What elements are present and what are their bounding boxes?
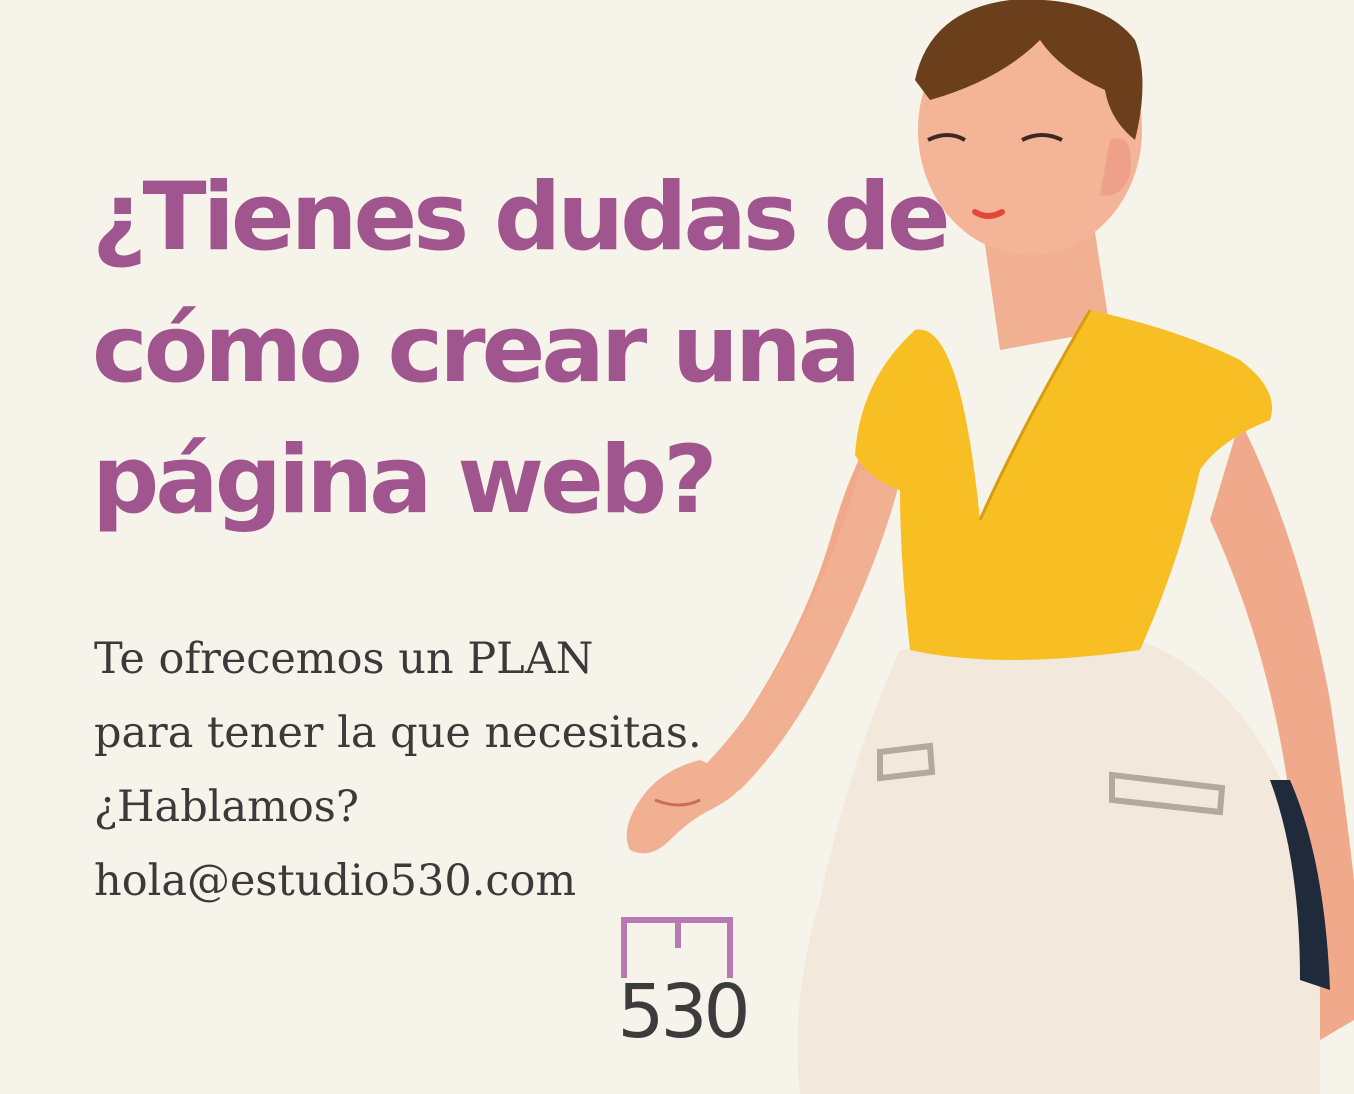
body-line-1: Te ofrecemos un PLAN [94,634,594,684]
headline-line-1: ¿Tienes dudas de [92,163,951,272]
body-copy: Te ofrecemos un PLAN para tener la que n… [94,622,794,918]
pants [797,640,1320,1094]
headline-line-3: página web? [92,426,718,536]
body-line-3: ¿Hablamos? [94,782,359,832]
ad-banner: ¿Tienes dudas de cómo crear una página w… [0,0,1354,1094]
headline-line-2: cómo crear una [92,294,861,404]
estudio530-logo: 530 [612,912,752,1062]
body-line-2: para tener la que necesitas. [94,708,702,758]
logo-text: 530 [617,969,750,1055]
headline: ¿Tienes dudas de cómo crear una página w… [92,152,972,547]
contact-email[interactable]: hola@estudio530.com [94,844,794,918]
